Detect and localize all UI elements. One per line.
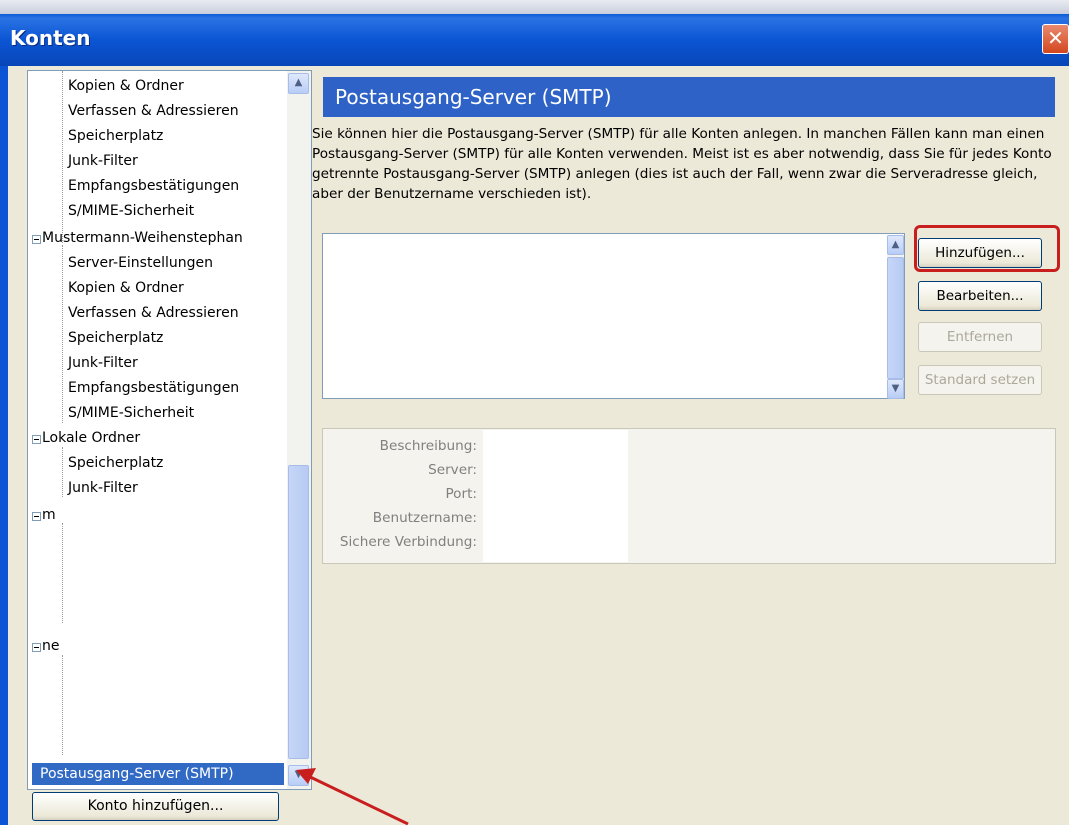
scroll-down-icon[interactable]: ▼ bbox=[887, 379, 904, 399]
tree-guide-line bbox=[62, 447, 64, 497]
collapse-toggle-icon[interactable] bbox=[32, 512, 41, 521]
collapse-toggle-icon[interactable] bbox=[32, 235, 41, 244]
tree-item[interactable]: Verfassen & Adressieren bbox=[68, 301, 239, 325]
secure-connection-label: Sichere Verbindung: bbox=[339, 534, 477, 550]
tree-item[interactable]: Junk-Filter bbox=[68, 351, 138, 375]
tree-item[interactable]: Kopien & Ordner bbox=[68, 74, 184, 98]
tree-guide-line bbox=[62, 655, 64, 755]
list-scrollbar-thumb[interactable] bbox=[887, 257, 904, 379]
tree-item-outgoing-server-selected[interactable]: Postausgang-Server (SMTP) bbox=[32, 763, 284, 785]
tree-item[interactable]: Kopien & Ordner bbox=[68, 276, 184, 300]
tree-item[interactable]: Server-Einstellungen bbox=[68, 251, 213, 275]
description-text: Sie können hier die Postausgang-Server (… bbox=[312, 126, 1052, 202]
accounts-dialog: Konten ✕ Kopien & Ordner Verfassen & Adr… bbox=[0, 0, 1069, 825]
tree-item[interactable]: Verfassen & Adressieren bbox=[68, 99, 239, 123]
tree-item-account-redacted[interactable]: m bbox=[42, 503, 56, 527]
tree-item[interactable]: Speicherplatz bbox=[68, 124, 163, 148]
tree-item[interactable]: S/MIME-Sicherheit bbox=[68, 199, 194, 223]
server-label: Server: bbox=[428, 462, 477, 478]
port-label: Port: bbox=[445, 486, 477, 502]
annotation-arrow-icon bbox=[296, 768, 409, 825]
add-account-button[interactable]: Konto hinzufügen... bbox=[32, 792, 279, 821]
tree-item[interactable]: Speicherplatz bbox=[68, 326, 163, 350]
tree-item-account[interactable]: Mustermann-Weihenstephan bbox=[42, 226, 243, 250]
tree-scrollbar[interactable]: ▲ ▼ bbox=[287, 71, 311, 789]
tree-item[interactable]: Empfangsbestätigungen bbox=[68, 174, 239, 198]
username-label: Benutzername: bbox=[372, 510, 477, 526]
tree-guide-line bbox=[62, 523, 64, 623]
edit-button[interactable]: Bearbeiten... bbox=[918, 281, 1042, 311]
page-title: Postausgang-Server (SMTP) bbox=[323, 77, 1055, 117]
list-scrollbar[interactable]: ▲ ▼ bbox=[887, 235, 904, 399]
close-button[interactable]: ✕ bbox=[1042, 24, 1069, 54]
tree-guide-line bbox=[62, 245, 64, 423]
scroll-up-icon[interactable]: ▲ bbox=[288, 73, 309, 94]
collapse-toggle-icon[interactable] bbox=[32, 643, 41, 652]
remove-button[interactable]: Entfernen bbox=[918, 322, 1042, 352]
description-label: Beschreibung: bbox=[379, 438, 477, 454]
tree-item[interactable]: S/MIME-Sicherheit bbox=[68, 401, 194, 425]
collapse-toggle-icon[interactable] bbox=[32, 435, 41, 444]
tree-item[interactable]: Junk-Filter bbox=[68, 149, 138, 173]
window-left-border bbox=[0, 66, 8, 825]
tree-item[interactable]: Speicherplatz bbox=[68, 451, 163, 475]
tree-item-account-redacted[interactable]: ne bbox=[42, 634, 60, 658]
server-details-values bbox=[483, 430, 628, 562]
tree-guide-line bbox=[62, 71, 64, 243]
tree-item-local-folders[interactable]: Lokale Ordner bbox=[42, 426, 140, 450]
highlight-annotation bbox=[914, 225, 1060, 272]
set-default-button[interactable]: Standard setzen bbox=[918, 365, 1042, 395]
scroll-up-icon[interactable]: ▲ bbox=[887, 235, 904, 255]
tree-scrollbar-thumb[interactable] bbox=[288, 465, 309, 759]
desktop-strip bbox=[0, 0, 1069, 14]
window-title: Konten bbox=[10, 26, 91, 50]
title-bar bbox=[0, 14, 1069, 66]
smtp-server-list[interactable]: ▲ ▼ bbox=[322, 233, 905, 399]
account-tree[interactable]: Kopien & Ordner Verfassen & Adressieren … bbox=[27, 70, 312, 790]
server-details-panel: Beschreibung: Server: Port: Benutzername… bbox=[322, 428, 1056, 564]
tree-item[interactable]: Empfangsbestätigungen bbox=[68, 376, 239, 400]
tree-item[interactable]: Junk-Filter bbox=[68, 476, 138, 500]
